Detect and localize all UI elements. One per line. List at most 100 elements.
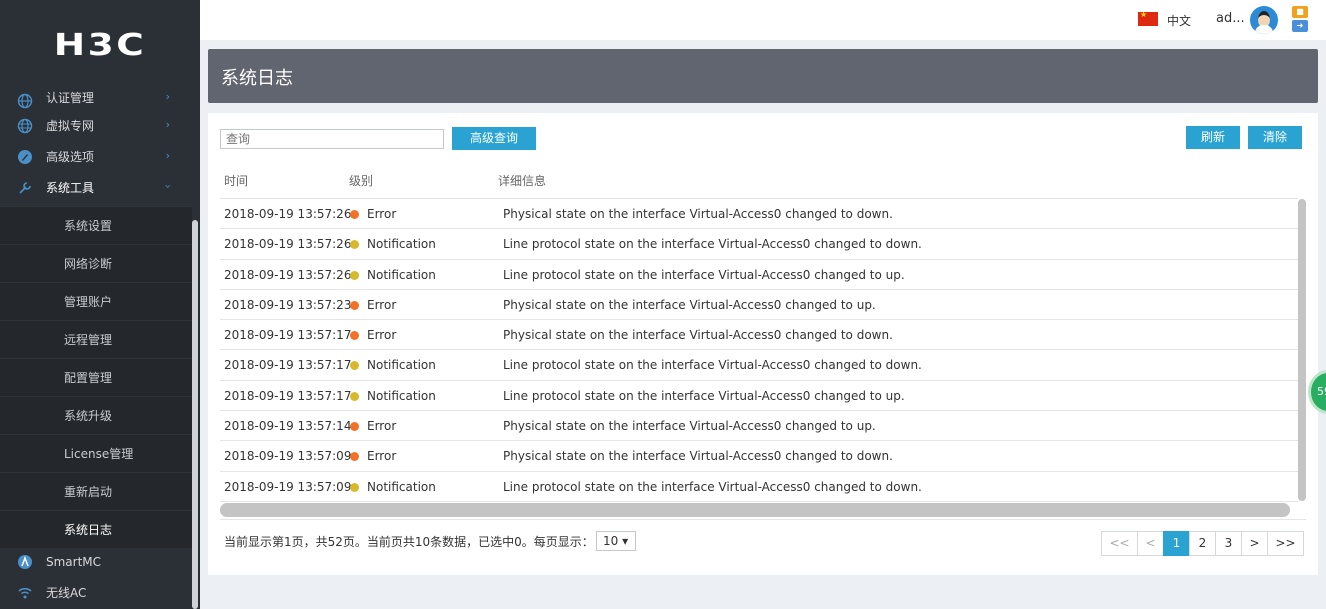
page-title: 系统日志: [221, 68, 293, 89]
table-row[interactable]: 2018-09-19 13:57:17 Error Physical state o…: [220, 320, 1298, 351]
table-row[interactable]: 2018-09-19 13:57:26 Error Physical state o…: [220, 199, 1298, 230]
first-page-button[interactable]: <<: [1101, 531, 1138, 556]
sidebar-subitem-remote-management[interactable]: 远程管理: [0, 320, 192, 358]
log-level: Error: [367, 207, 397, 221]
sidebar-subnav: 系统设置 网络诊断 管理账户 远程管理 配置管理 系统升级 License管理 …: [0, 206, 192, 548]
level-dot-icon: [350, 240, 359, 250]
china-flag-icon[interactable]: [1138, 10, 1158, 26]
sidebar-subitem-system-log[interactable]: 系统日志: [0, 510, 192, 548]
log-time: 2018-09-19 13:57:09: [224, 449, 352, 464]
chevron-right-icon: ›: [165, 149, 170, 162]
language-switch[interactable]: 中文: [1167, 12, 1191, 29]
log-level: Error: [367, 449, 397, 464]
sidebar-item-label: 高级选项: [46, 150, 95, 164]
column-header-time[interactable]: 时间: [224, 172, 248, 189]
sidebar-item-label: 远程管理: [64, 333, 113, 347]
log-detail: Line protocol state on the interface Vir…: [503, 358, 922, 373]
table-horizontal-scrollbar[interactable]: [220, 503, 1290, 517]
log-detail: Line protocol state on the interface Vir…: [503, 388, 905, 403]
prev-page-button[interactable]: <: [1137, 531, 1164, 556]
log-level: Notification: [367, 237, 436, 252]
log-time: 2018-09-19 13:57:09: [224, 479, 352, 494]
sidebar-nav-top: 认证管理 › 虚拟专网 › 高级选项 › 系统工具 ›: [0, 82, 192, 203]
table-row[interactable]: 2018-09-19 13:57:26 Notification Line prot…: [220, 229, 1298, 260]
log-detail: Line protocol state on the interface Vir…: [503, 267, 905, 282]
last-page-button[interactable]: >>: [1267, 531, 1304, 556]
log-detail: Physical state on the interface Virtual-…: [503, 207, 893, 221]
log-panel: 高级查询 刷新 清除 时间 级别 详细信息 2018-09-19 13:57:2…: [208, 113, 1318, 575]
sidebar-item-auth[interactable]: 认证管理 ›: [0, 82, 192, 110]
sidebar-subitem-system-settings[interactable]: 系统设置: [0, 206, 192, 244]
table-row[interactable]: 2018-09-19 13:57:09 Error Physical state o…: [220, 441, 1298, 472]
page-button-3[interactable]: 3: [1215, 531, 1242, 556]
page-button-1[interactable]: 1: [1163, 531, 1190, 556]
table-row[interactable]: 2018-09-19 13:57:26 Notification Line prot…: [220, 260, 1298, 290]
chevron-down-icon: ›: [161, 184, 175, 189]
sidebar-subitem-admin-accounts[interactable]: 管理账户: [0, 282, 192, 320]
table-vertical-scrollbar[interactable]: [1298, 199, 1306, 501]
sidebar-item-label: 系统日志: [64, 523, 113, 537]
sidebar-item-system-tools[interactable]: 系统工具 ›: [0, 172, 192, 203]
page-button-2[interactable]: 2: [1189, 531, 1216, 556]
sidebar-subitem-config-management[interactable]: 配置管理: [0, 358, 192, 396]
page-size-select[interactable]: 10 ▾: [596, 531, 636, 551]
log-level: Error: [367, 297, 397, 312]
log-level: Error: [367, 328, 397, 343]
user-name[interactable]: ad...: [1216, 11, 1245, 26]
sidebar-item-wireless-ac[interactable]: 无线AC: [0, 577, 192, 608]
table-row[interactable]: 2018-09-19 13:57:09 Notification Line prot…: [220, 472, 1298, 502]
table-header: 时间 级别 详细信息: [220, 169, 1306, 193]
smartmc-icon: [16, 553, 34, 571]
sidebar: H3C 认证管理 › 虚拟专网 › 高级选项 › 系统工具 › 系统设置 网络诊…: [0, 0, 200, 609]
sidebar-subitem-reboot[interactable]: 重新启动: [0, 472, 192, 510]
log-level: Notification: [367, 479, 436, 494]
advanced-query-button[interactable]: 高级查询: [452, 127, 536, 150]
tools-icon: [16, 179, 34, 197]
log-detail: Line protocol state on the interface Vir…: [503, 479, 922, 494]
next-page-button[interactable]: >: [1241, 531, 1268, 556]
rocket-icon: [16, 148, 34, 166]
level-dot-icon: [350, 270, 359, 280]
log-table-body: 2018-09-19 13:57:26 Error Physical state o…: [220, 198, 1298, 502]
chevron-right-icon: ›: [165, 90, 170, 103]
sidebar-item-smartmc[interactable]: SmartMC: [0, 546, 192, 577]
log-time: 2018-09-19 13:57:17: [224, 358, 352, 373]
column-header-detail[interactable]: 详细信息: [498, 172, 546, 189]
search-input[interactable]: [220, 129, 444, 149]
level-dot-icon: [350, 452, 359, 462]
clear-button[interactable]: 清除: [1248, 126, 1302, 149]
wifi-icon: [16, 584, 34, 602]
table-row[interactable]: 2018-09-19 13:57:23 Error Physical state o…: [220, 290, 1298, 321]
column-header-level[interactable]: 级别: [349, 172, 373, 189]
sidebar-item-label: 配置管理: [64, 371, 113, 385]
avatar[interactable]: [1250, 6, 1278, 34]
sidebar-item-vpn[interactable]: 虚拟专网 ›: [0, 110, 192, 141]
sidebar-item-label: 系统设置: [64, 219, 113, 233]
lock-icon[interactable]: ■: [1292, 6, 1308, 18]
sidebar-scrollbar[interactable]: [192, 220, 198, 609]
level-dot-icon: [350, 482, 359, 492]
table-row[interactable]: 2018-09-19 13:57:17 Notification Line prot…: [220, 350, 1298, 381]
sidebar-item-advanced[interactable]: 高级选项 ›: [0, 141, 192, 172]
refresh-button[interactable]: 刷新: [1186, 126, 1240, 149]
log-time: 2018-09-19 13:57:26: [224, 237, 352, 252]
table-row[interactable]: 2018-09-19 13:57:14 Error Physical state o…: [220, 411, 1298, 442]
level-dot-icon: [350, 210, 359, 219]
network-globe-icon: [16, 117, 34, 135]
log-time: 2018-09-19 13:57:14: [224, 419, 352, 434]
log-level: Notification: [367, 358, 436, 373]
logout-icon[interactable]: ➜: [1292, 20, 1308, 32]
level-dot-icon: [350, 361, 359, 371]
log-level: Notification: [367, 388, 436, 403]
globe-icon: [16, 92, 34, 110]
sidebar-subitem-system-upgrade[interactable]: 系统升级: [0, 396, 192, 434]
sidebar-subitem-network-diagnosis[interactable]: 网络诊断: [0, 244, 192, 282]
sidebar-subitem-license[interactable]: License管理: [0, 434, 192, 472]
sidebar-item-label: 系统工具: [46, 181, 95, 195]
table-row[interactable]: 2018-09-19 13:57:17 Notification Line prot…: [220, 381, 1298, 412]
sidebar-item-label: 认证管理: [46, 91, 95, 105]
log-detail: Physical state on the interface Virtual-…: [503, 328, 893, 343]
log-time: 2018-09-19 13:57:26: [224, 267, 352, 282]
sidebar-item-label: 管理账户: [64, 295, 113, 309]
sidebar-item-label: 重新启动: [64, 485, 113, 499]
